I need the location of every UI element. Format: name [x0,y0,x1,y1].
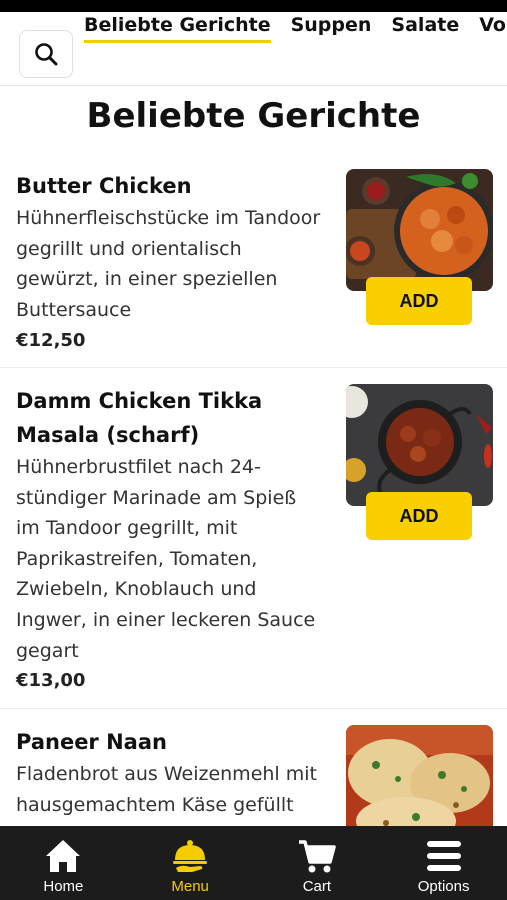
item-description: Hühnerbrustfilet nach 24- stündiger Mari… [16,456,316,662]
cart-icon [298,840,336,873]
item-price: €13,00 [16,670,86,691]
item-description: Fladenbrot aus Weizenmehl mit hausgemach… [16,763,317,816]
nav-menu[interactable]: Menu [127,826,254,900]
search-button[interactable] [19,30,73,78]
item-name: Butter Chicken [16,174,192,198]
item-name: Damm Chicken Tikka Masala (scharf) [16,389,263,447]
item-image [346,384,493,506]
item-description: Hühnerfleischstücke im Tandoor gegrillt … [16,207,321,321]
category-bar: Beliebte Gerichte Suppen Salate Vorsp [0,12,507,86]
nav-options[interactable]: Options [380,826,507,900]
home-icon [46,840,81,872]
nav-label: Options [417,878,470,895]
menu-item: Butter Chicken Hühnerfleischstücke im Ta… [0,160,507,368]
nav-label: Menu [171,878,209,895]
add-button[interactable]: ADD [366,277,472,325]
search-icon [35,43,58,66]
tab-vorspeisen[interactable]: Vorsp [479,12,507,38]
nav-cart[interactable]: Cart [254,826,381,900]
cloche-icon [173,840,208,872]
nav-home[interactable]: Home [0,826,127,900]
category-tabs: Beliebte Gerichte Suppen Salate Vorsp [84,12,507,48]
item-image [346,725,493,835]
menu-icon [426,841,461,871]
add-button[interactable]: ADD [366,492,472,540]
section-title: Beliebte Gerichte [86,96,421,136]
item-price: €12,50 [16,330,86,351]
nav-label: Home [43,878,84,895]
item-image [346,169,493,291]
menu-item: Damm Chicken Tikka Masala (scharf) Hühne… [0,368,507,709]
menu-item: Paneer Naan Fladenbrot aus Weizenmehl mi… [0,709,507,835]
tab-suppen[interactable]: Suppen [291,12,372,38]
item-name: Paneer Naan [16,730,167,754]
tab-salate[interactable]: Salate [391,12,459,38]
bottom-nav: Home Menu Cart Options [0,826,507,900]
tab-beliebte-gerichte[interactable]: Beliebte Gerichte [84,12,271,43]
nav-label: Cart [302,878,332,895]
